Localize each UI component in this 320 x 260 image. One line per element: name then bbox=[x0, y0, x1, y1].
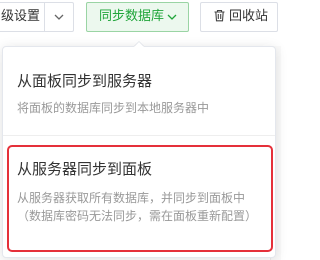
sync-database-dropdown: 从面板同步到服务器 将面板的数据库同步到本地服务器中 从服务器同步到面板 从服务… bbox=[2, 46, 276, 258]
advanced-settings-label: 级设置 bbox=[1, 9, 41, 24]
advanced-settings-dropdown-button[interactable] bbox=[44, 2, 74, 32]
chevron-down-icon bbox=[54, 14, 64, 20]
trash-icon bbox=[214, 9, 225, 21]
menu-item-sync-panel-to-server[interactable]: 从面板同步到服务器 将面板的数据库同步到本地服务器中 bbox=[17, 71, 267, 117]
menu-item-title: 从面板同步到服务器 bbox=[17, 72, 153, 90]
dropdown-arrow-inner bbox=[134, 42, 144, 47]
menu-item-description: 将面板的数据库同步到本地服务器中 bbox=[17, 101, 210, 115]
toolbar: 级设置 同步数据库 回收站 bbox=[0, 0, 281, 40]
chevron-down-icon bbox=[167, 14, 177, 20]
highlight-annotation-box bbox=[7, 145, 273, 252]
recycle-bin-label: 回收站 bbox=[229, 9, 269, 24]
recycle-bin-button[interactable]: 回收站 bbox=[200, 2, 278, 32]
menu-divider bbox=[3, 135, 275, 136]
sync-database-button[interactable]: 同步数据库 bbox=[86, 2, 189, 32]
sync-database-label: 同步数据库 bbox=[99, 9, 165, 24]
advanced-settings-button[interactable]: 级设置 bbox=[0, 2, 44, 32]
